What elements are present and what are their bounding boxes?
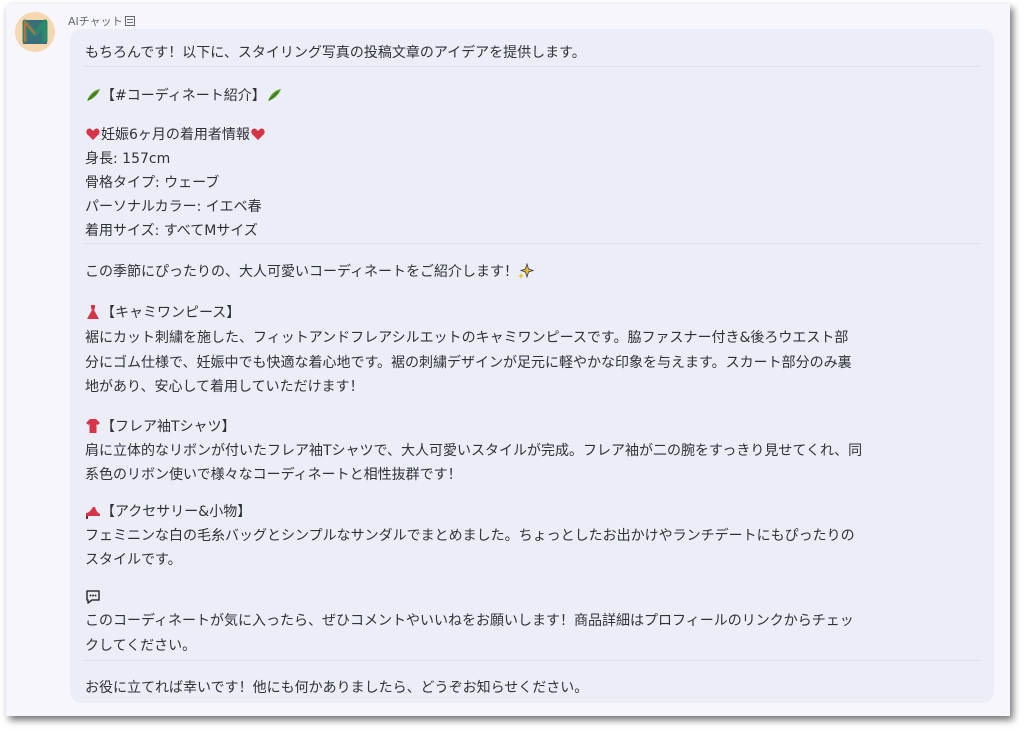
divider (84, 243, 980, 244)
hashtag-title: 【#コーディネート紹介】 (101, 88, 266, 104)
cta-text-line: クしてください。 (85, 638, 197, 654)
heel-icon (86, 507, 100, 519)
item3-text-line: フェミニンな白の毛糸バッグとシンプルなサンダルでまとめました。ちょっとしたお出か… (85, 528, 855, 544)
item2-title: 【フレア袖Tシャツ】 (101, 419, 236, 435)
wearer-heading-line: 妊娠6ヶ月の着用者情報 (85, 126, 266, 144)
sender-name: AIチャット (68, 15, 123, 28)
item1-text-line: 分にゴム仕様で、妊娠中でも快適な着心地です。裾の刺繍デザインが足元に軽やかな印象… (85, 355, 852, 371)
closing-text: お役に立てれば幸いです！他にも何かありましたら、どうぞお知らせください。 (85, 680, 589, 696)
item3-title: 【アクセサリー&小物】 (101, 504, 252, 520)
assistant-avatar (15, 12, 55, 52)
item1-text-line: 裾にカット刺繍を施した、フィットアンドフレアシルエットのキャミワンピースです。脇… (85, 330, 849, 346)
item1-text-line: 地があり、安心して着用していただけます！ (85, 379, 364, 395)
chat-badge-icon (124, 16, 135, 26)
item2-text-line: 系色のリボン使いで様々なコーディネートと相性抜群です！ (85, 467, 462, 483)
heart-icon (251, 128, 265, 140)
item1-title: 【キャミワンピース】 (101, 305, 241, 321)
item1-title-line: 【キャミワンピース】 (85, 304, 240, 322)
herb-icon (87, 89, 100, 101)
divider (84, 66, 980, 67)
wearer-heading: 妊娠6ヶ月の着用者情報 (101, 127, 250, 143)
lead-line: この季節にぴったりの、大人可愛いコーディネートをご紹介します！ (85, 263, 535, 281)
wearer-size: 着用サイズ: すべてMサイズ (85, 223, 258, 239)
shirt-icon (86, 419, 100, 433)
dress-icon (87, 305, 99, 319)
sender-label: AIチャット (68, 13, 135, 29)
wearer-frame-type: 骨格タイプ: ウェーブ (85, 175, 220, 191)
item2-text-line: 肩に立体的なリボンが付いたフレア袖Tシャツで、大人可愛いスタイルが完成。フレア袖… (85, 443, 863, 459)
hashtag-title-line: 【#コーディネート紹介】 (85, 87, 282, 105)
heart-icon (86, 128, 100, 140)
cta-text-line: このコーディネートが気に入ったら、ぜひコメントやいいねをお願いします！商品詳細は… (85, 613, 854, 629)
herb-icon (267, 89, 281, 101)
speech-bubble-icon (86, 590, 100, 604)
lead-text: この季節にぴったりの、大人可愛いコーディネートをご紹介します！ (85, 264, 519, 280)
sparkles-icon (518, 263, 535, 279)
wearer-personal-color: パーソナルカラー: イエベ春 (85, 199, 262, 215)
item3-title-line: 【アクセサリー&小物】 (85, 503, 251, 521)
wearer-height: 身長: 157cm (85, 151, 171, 167)
item3-text-line: スタイルです。 (85, 552, 182, 568)
divider (84, 660, 980, 661)
item2-title-line: 【フレア袖Tシャツ】 (85, 418, 236, 436)
intro-text: もちろんです！以下に、スタイリング写真の投稿文章のアイデアを提供します。 (85, 45, 586, 61)
comment-icon-line (85, 589, 101, 607)
